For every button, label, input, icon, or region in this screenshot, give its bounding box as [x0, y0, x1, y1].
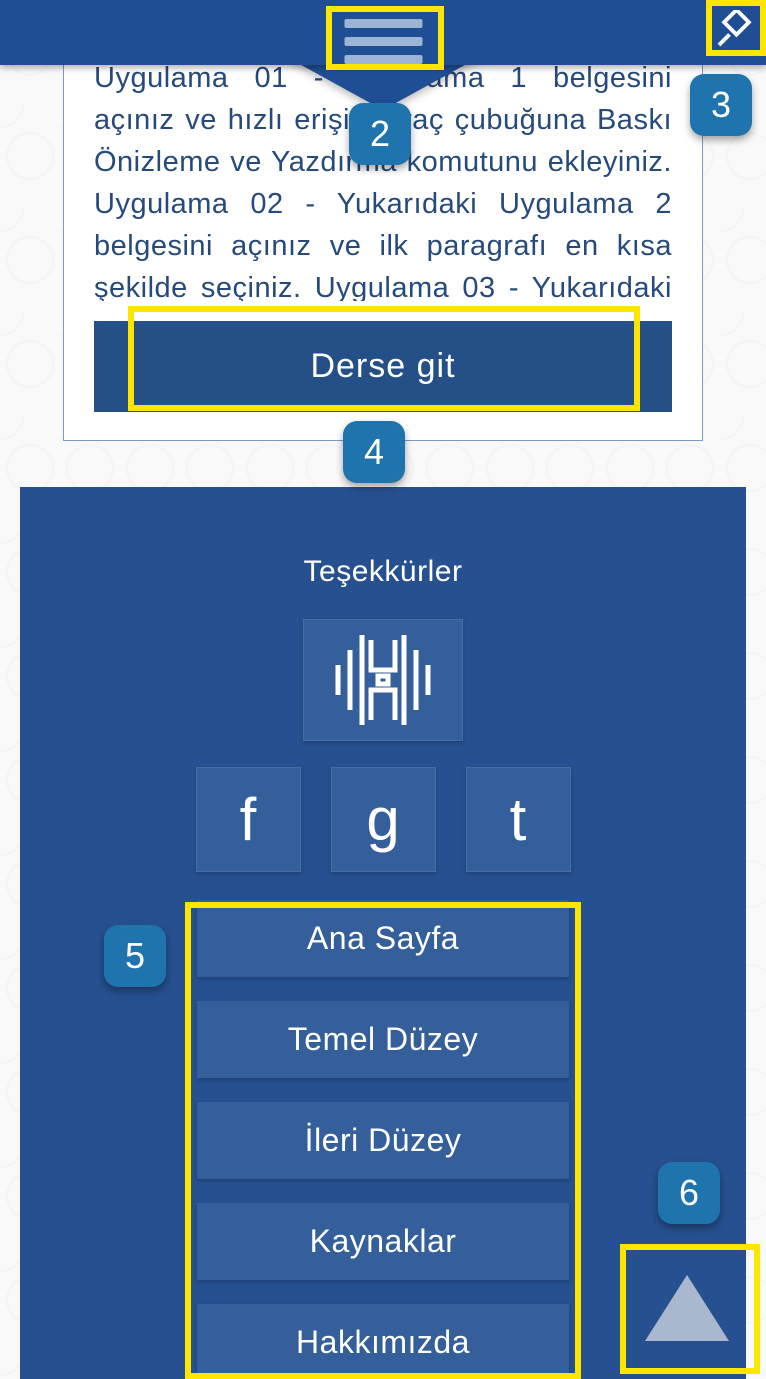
hamburger-menu-button[interactable] [336, 14, 431, 69]
hamburger-bar-icon [344, 55, 422, 64]
google-button[interactable]: g [331, 767, 436, 872]
footer-nav-basic[interactable]: Temel Düzey [197, 1001, 569, 1078]
footer-nav: Ana Sayfa Temel Düzey İleri Düzey Kaynak… [197, 900, 569, 1379]
footer-nav-home[interactable]: Ana Sayfa [197, 900, 569, 977]
highlight-badge-6: 6 [658, 1162, 720, 1224]
go-to-lesson-button[interactable]: Derse git [94, 321, 672, 412]
footer-nav-about[interactable]: Hakkımızda [197, 1304, 569, 1379]
pin-icon [712, 10, 754, 52]
hamburger-bar-icon [344, 37, 422, 46]
social-row: f g t [196, 767, 571, 872]
twitter-button[interactable]: t [466, 767, 571, 872]
highlight-badge-2: 2 [349, 103, 411, 165]
highlight-badge-5: 5 [104, 925, 166, 987]
highlight-badge-3: 3 [690, 74, 752, 136]
facebook-button[interactable]: f [196, 767, 301, 872]
footer-nav-advanced[interactable]: İleri Düzey [197, 1102, 569, 1179]
pin-button[interactable] [708, 6, 758, 56]
footer-nav-resources[interactable]: Kaynaklar [197, 1203, 569, 1280]
hamburger-bar-icon [344, 19, 422, 28]
scroll-to-top-button[interactable] [631, 1252, 743, 1364]
footer-thanks-label: Teşekkürler [304, 555, 463, 589]
triangle-up-icon [645, 1275, 729, 1341]
footer-logo[interactable] [303, 619, 463, 741]
logo-icon [328, 620, 438, 740]
highlight-badge-4: 4 [343, 421, 405, 483]
